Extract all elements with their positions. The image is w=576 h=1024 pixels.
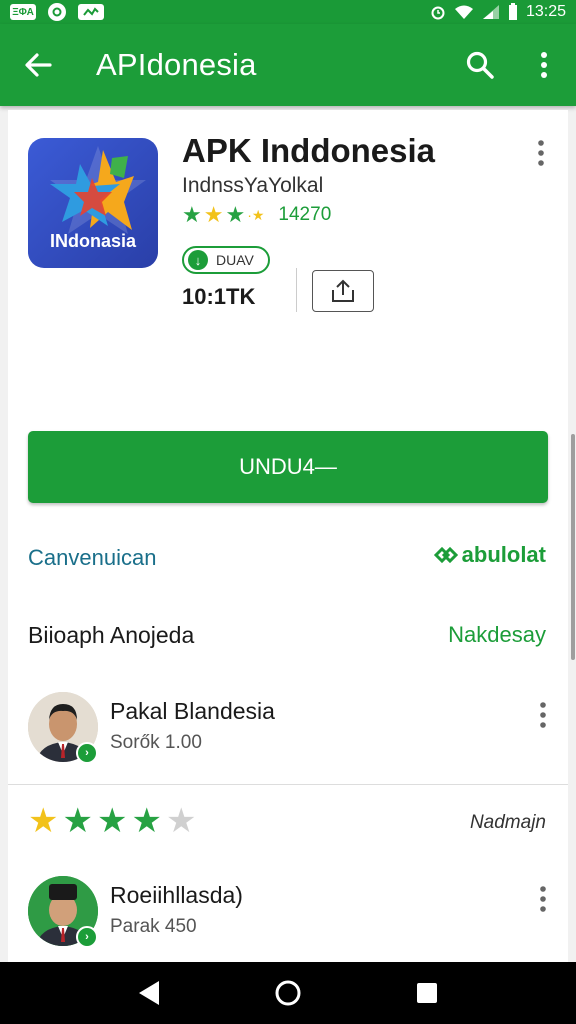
status-notifications: ΞΦΑ	[10, 3, 104, 21]
reviewer-name: Roeiihllasda)	[110, 882, 243, 908]
badge-label: DUAV	[216, 252, 254, 268]
star-icon: ★	[182, 202, 202, 227]
star-icon: ★	[203, 202, 224, 227]
section-action[interactable]: Nakdesay	[448, 622, 546, 648]
reviewer-meta: Sorők 1.00	[110, 732, 202, 753]
share-icon	[332, 279, 354, 302]
star-icon: ★	[225, 202, 246, 227]
nav-home-button[interactable]	[258, 962, 318, 1024]
more-vert-icon	[540, 886, 546, 912]
wifi-icon	[454, 5, 473, 19]
notification-icon: ΞΦΑ	[10, 4, 36, 20]
app-more-button[interactable]	[526, 138, 556, 168]
square-recents-icon	[416, 983, 437, 1003]
review-more-button[interactable]	[528, 700, 558, 730]
app-bar: APIdonesia	[0, 24, 576, 106]
overflow-menu-button[interactable]	[512, 24, 576, 106]
link-right-label: abulolat	[461, 542, 546, 567]
rate-stars[interactable]: ★ ★ ★ ★ ★	[28, 804, 196, 838]
scrollbar[interactable]	[571, 434, 575, 660]
install-button[interactable]: UNDU4—	[28, 431, 548, 503]
app-rating: ★ ★ ★ ·★ 14270	[182, 204, 331, 226]
link-left[interactable]: Canvenuican	[28, 545, 156, 571]
status-system: 13:25	[430, 3, 566, 21]
circle-home-icon	[275, 980, 301, 1006]
share-button[interactable]	[312, 270, 374, 312]
navigation-bar	[0, 962, 576, 1024]
star-icon[interactable]: ★	[97, 804, 127, 838]
more-vert-icon	[541, 52, 547, 78]
more-vert-icon	[538, 140, 544, 166]
verified-icon: ›	[76, 742, 98, 764]
review-more-button[interactable]	[528, 884, 558, 914]
alarm-icon	[431, 6, 445, 20]
download-badge: ↓ DUAV	[182, 246, 270, 274]
search-icon	[466, 51, 494, 79]
app-bar-title: APIdonesia	[96, 47, 257, 82]
back-button[interactable]	[0, 24, 76, 106]
section-title: Biioaph Anojeda	[28, 622, 195, 648]
divider	[296, 268, 297, 312]
triangle-back-icon	[139, 981, 160, 1005]
star-icon[interactable]: ★	[131, 804, 161, 838]
reviewer-meta: Parak 450	[110, 916, 197, 937]
verified-icon: ›	[76, 926, 98, 948]
star-outline-icon[interactable]: ★	[166, 804, 196, 838]
app-size: 10:1TK	[182, 284, 256, 309]
list-item[interactable]: › Roeiihllasda) Parak 450	[28, 876, 548, 956]
search-button[interactable]	[448, 24, 512, 106]
app-name: APK Inddonesia	[182, 132, 436, 169]
nav-back-button[interactable]	[119, 962, 179, 1024]
app-detail-card: INdonasia APK Inddonesia IndnѕѕYaYolkal …	[8, 110, 568, 962]
rating-count: 14270	[278, 204, 332, 225]
signal-icon	[482, 5, 499, 19]
notification-icon	[48, 3, 66, 21]
app-developer[interactable]: IndnѕѕYaYolkal	[182, 174, 323, 198]
more-vert-icon	[540, 702, 546, 728]
divider	[8, 784, 568, 785]
star-icon[interactable]: ★	[28, 804, 58, 838]
star-icon[interactable]: ★	[62, 804, 92, 838]
download-icon: ↓	[188, 250, 208, 270]
status-time: 13:25	[525, 3, 566, 20]
stars-label: Nadmajn	[469, 812, 546, 833]
back-arrow-icon	[25, 53, 52, 77]
link-right[interactable]: abulolat	[432, 542, 546, 568]
link-icon	[433, 546, 458, 564]
app-icon[interactable]: INdonasia	[28, 138, 158, 268]
star-icon: ·★	[247, 207, 265, 223]
status-bar: ΞΦΑ 13:25	[0, 0, 576, 24]
notification-icon	[78, 4, 104, 20]
nav-recents-button[interactable]	[397, 962, 457, 1024]
list-item[interactable]: › Pakal Blandesia Sorők 1.00	[28, 692, 548, 772]
reviewer-name: Pakal Blandesia	[110, 698, 275, 724]
battery-icon	[508, 3, 517, 20]
app-icon-label: INdonasia	[49, 231, 137, 251]
